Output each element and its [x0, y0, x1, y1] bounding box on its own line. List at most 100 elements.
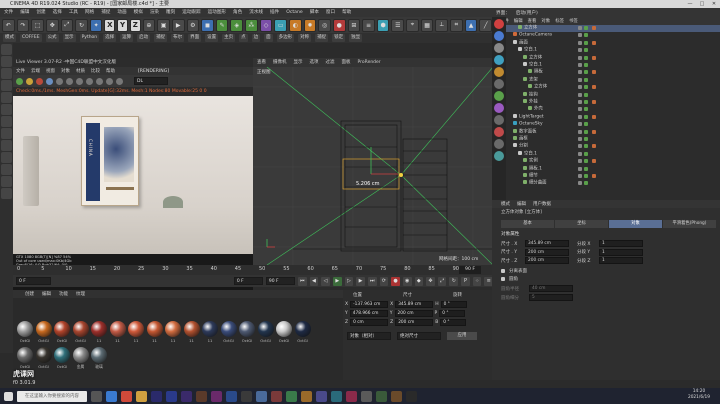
octane-sky-icon[interactable] — [494, 55, 504, 65]
lock-resolution-icon[interactable] — [66, 77, 73, 85]
material-swatch[interactable] — [146, 321, 163, 337]
app-icon[interactable] — [271, 390, 282, 402]
visibility-dots-icon[interactable] — [578, 55, 582, 60]
object-row[interactable]: 细分曲面 — [492, 180, 720, 187]
menu-item[interactable]: Octane — [286, 8, 303, 17]
front-viewport[interactable]: 正视图 5.206 cm 网格间距：100 cm — [253, 67, 493, 265]
size-field[interactable]: 200 cm — [395, 319, 434, 326]
attribute-tab[interactable]: 对象 — [609, 220, 662, 228]
reload-icon[interactable] — [26, 77, 33, 85]
material-swatch[interactable] — [91, 321, 107, 337]
attribute-tab[interactable]: 坐标 — [555, 220, 608, 228]
viewport-menu-item[interactable]: 面板 — [342, 58, 351, 67]
material-menu-item[interactable]: 编辑 — [42, 291, 51, 297]
check-icon[interactable] — [584, 181, 588, 186]
material-tag-icon[interactable] — [592, 174, 596, 178]
toolbar-chip[interactable]: 锁定 — [332, 34, 346, 42]
toolbar-chip[interactable]: 面 — [264, 34, 273, 42]
netease-icon[interactable] — [121, 390, 132, 402]
menu-item[interactable]: 窗口 — [326, 8, 335, 17]
position-key-icon[interactable]: ✥ — [426, 276, 435, 286]
app-icon[interactable] — [316, 390, 327, 402]
position-field[interactable]: -137.963 cm — [350, 301, 389, 308]
pick-material-icon[interactable] — [86, 77, 93, 85]
object-row[interactable]: 隔板.1 — [492, 165, 720, 173]
material-swatch[interactable] — [294, 321, 311, 337]
attribute-tab[interactable]: 基本 — [501, 220, 554, 228]
object-row[interactable]: LightTarget — [492, 113, 720, 121]
size-field[interactable]: 200 cm — [525, 248, 569, 256]
move-icon[interactable]: ✥ — [45, 18, 59, 32]
app-icon[interactable] — [346, 390, 357, 402]
prev-frame-icon[interactable]: ◁ — [321, 276, 330, 286]
viewport-menu-item[interactable]: 显示 — [294, 58, 303, 67]
record-icon[interactable]: ● — [391, 276, 400, 286]
material-swatch[interactable] — [72, 347, 89, 363]
premiere-icon[interactable] — [151, 390, 162, 402]
object-row[interactable]: 外壳 — [492, 106, 720, 113]
script-icon[interactable]: ≡ — [362, 18, 375, 32]
axis-icon[interactable]: ⟂ — [435, 18, 449, 32]
photoshop-icon[interactable] — [166, 390, 177, 402]
material-swatch[interactable] — [54, 321, 70, 337]
next-frame-icon[interactable]: ▷ — [344, 276, 354, 286]
layout-menu-item[interactable]: 启动(用户) — [516, 10, 538, 16]
toolbar-chip[interactable]: 运算 — [120, 34, 134, 42]
octane-help-icon[interactable] — [494, 151, 504, 161]
check-icon[interactable] — [584, 122, 588, 127]
menu-item[interactable]: 模拟 — [134, 8, 143, 17]
visibility-dots-icon[interactable] — [578, 92, 582, 97]
workplane-mode-icon[interactable] — [1, 80, 12, 91]
material-swatch[interactable] — [72, 321, 89, 337]
material-tag-icon[interactable] — [592, 55, 596, 60]
go-start-icon[interactable]: ⏮ — [297, 276, 307, 286]
octane-tag-icon[interactable] — [494, 115, 504, 125]
checkbox-icon[interactable] — [501, 277, 505, 281]
toolbar-chip[interactable]: 布尔 — [171, 34, 185, 42]
material-swatch[interactable] — [17, 347, 33, 363]
octane-settings-icon[interactable] — [494, 43, 504, 53]
size-field[interactable]: 345.89 cm — [525, 240, 569, 247]
toolbar-chip[interactable]: 捕捉 — [315, 34, 329, 42]
edge-mode-icon[interactable]: ╱ — [479, 18, 492, 32]
menu-item[interactable]: 编辑 — [20, 8, 29, 17]
material-menu-item[interactable]: 纹理 — [76, 291, 85, 297]
object-row[interactable]: OctaneCamera — [492, 32, 720, 39]
checkbox-icon[interactable] — [501, 269, 505, 273]
fillet-subdivision-field[interactable]: 5 — [529, 294, 573, 301]
redo-icon[interactable]: ↷ — [16, 18, 30, 32]
settings-icon[interactable] — [56, 77, 63, 85]
octane-object-icon[interactable] — [494, 91, 504, 101]
menu-item[interactable]: 角色 — [233, 8, 242, 17]
send-scene-icon[interactable] — [16, 77, 23, 85]
z-axis-lock-icon[interactable]: Z — [129, 18, 141, 32]
object-row[interactable]: 实例 — [492, 158, 720, 165]
object-menu-item[interactable]: 标签 — [555, 18, 564, 24]
illustrator-icon[interactable] — [196, 390, 207, 402]
app-icon[interactable] — [391, 390, 402, 402]
app-icon[interactable] — [361, 390, 372, 402]
object-row[interactable]: 空白.1 — [492, 47, 720, 54]
check-icon[interactable] — [584, 129, 588, 134]
material-swatch[interactable] — [128, 321, 144, 337]
material-swatch[interactable] — [183, 321, 200, 337]
adobe-icon[interactable] — [211, 390, 222, 402]
visibility-dots-icon[interactable] — [578, 159, 582, 164]
autokey-icon[interactable]: ◉ — [402, 276, 412, 286]
material-swatch[interactable] — [202, 321, 218, 337]
menu-item[interactable]: 运动跟踪 — [182, 8, 200, 17]
mograph-icon[interactable]: ⬢ — [376, 18, 390, 32]
live-viewer-menu-item[interactable]: 材质 — [76, 68, 85, 74]
tweak-icon[interactable]: ⌗ — [450, 18, 463, 32]
octane-camera-icon[interactable] — [494, 79, 504, 89]
visibility-dots-icon[interactable] — [578, 100, 582, 104]
octane-info-icon[interactable] — [494, 139, 504, 149]
explorer-icon[interactable] — [136, 390, 147, 402]
material-swatch[interactable] — [239, 321, 255, 337]
workplane-icon[interactable]: ▦ — [420, 18, 434, 32]
octane-live-icon[interactable]: ● — [332, 18, 346, 32]
live-select-icon[interactable]: ⬚ — [31, 18, 44, 32]
visibility-dots-icon[interactable] — [578, 151, 582, 156]
visibility-dots-icon[interactable] — [578, 122, 582, 127]
snapping-icon[interactable] — [1, 152, 12, 163]
